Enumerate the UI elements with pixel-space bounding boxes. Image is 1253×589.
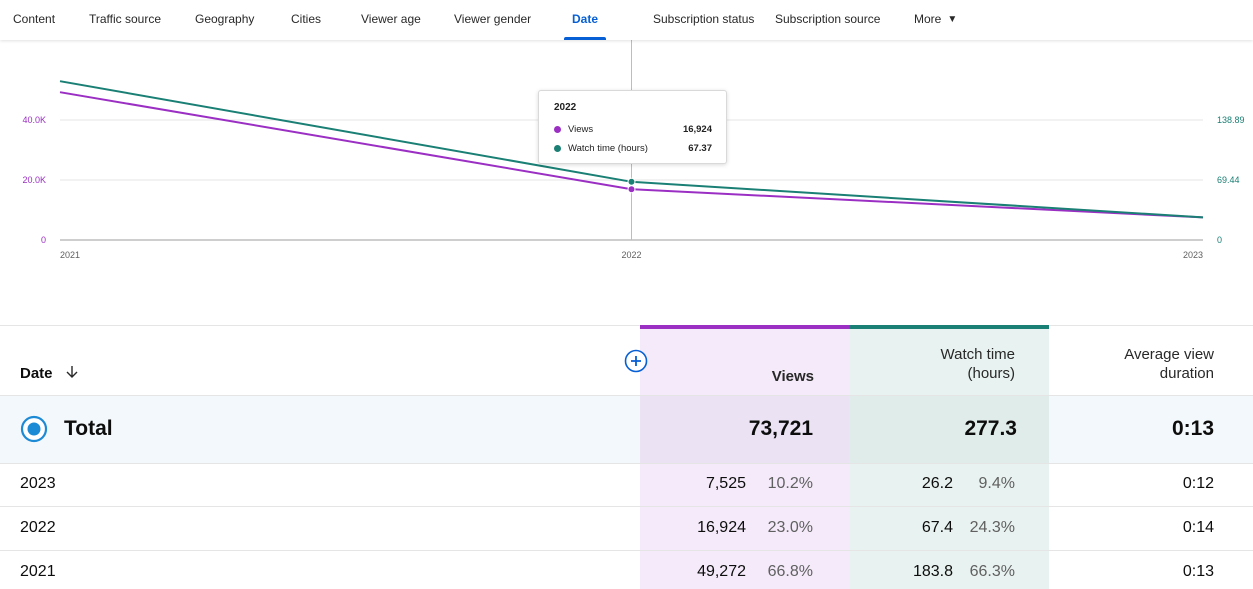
add-metric-icon[interactable] — [624, 349, 648, 373]
views-column-header[interactable]: Views — [772, 367, 814, 386]
tab-subscription-source[interactable]: Subscription source — [775, 0, 880, 40]
total-views-bg — [640, 396, 849, 463]
table-row[interactable]: 2021 49,272 66.8% 183.8 66.3% 0:13 — [0, 551, 1253, 589]
tab-date[interactable]: Date — [564, 0, 607, 40]
total-views: 73,721 — [748, 417, 813, 440]
tab-geography[interactable]: Geography — [195, 0, 254, 40]
watch-time-column-header[interactable]: Watch time (hours) — [941, 345, 1015, 383]
tooltip-title: 2022 — [554, 102, 577, 113]
tab-more[interactable]: More ▼ — [914, 0, 957, 40]
total-avg-bg — [1049, 396, 1253, 463]
tab-cities[interactable]: Cities — [291, 0, 321, 40]
watch-time-header-line2: (hours) — [967, 365, 1015, 382]
row-avg-duration: 0:13 — [1182, 563, 1214, 580]
right-axis-tick-label: 0 — [1217, 235, 1222, 245]
total-row: Total 73,721 277.3 0:13 — [0, 395, 1253, 464]
tab-traffic-source[interactable]: Traffic source — [89, 0, 161, 40]
tab-viewer-gender[interactable]: Viewer gender — [454, 0, 531, 40]
avg-view-duration-column-header[interactable]: Average view duration — [1124, 345, 1214, 383]
chart-tooltip: 2022 Views 16,924 Watch time (hours) 67.… — [538, 90, 727, 164]
total-watch-bg — [849, 396, 1049, 463]
watch-time-hover-point — [627, 177, 636, 186]
left-axis-tick-label: 0 — [41, 235, 46, 245]
avg-header-line1: Average view — [1124, 346, 1214, 363]
tooltip-row-views: Views 16,924 — [554, 123, 712, 137]
watch-time-header-line1: Watch time — [940, 346, 1015, 363]
tooltip-watch-time-value: 67.37 — [688, 143, 712, 154]
date-header-label: Date — [20, 365, 53, 382]
row-watch-pct: 9.4% — [978, 475, 1015, 492]
sort-arrow-down-icon — [66, 366, 78, 378]
row-avg-duration: 0:12 — [1182, 475, 1214, 492]
header-top-border-right — [1049, 325, 1253, 326]
tooltip-views-value: 16,924 — [682, 124, 712, 135]
row-date: 2022 — [20, 519, 56, 536]
views-column-indicator — [640, 325, 849, 329]
row-watch-time: 67.4 — [921, 519, 953, 536]
table-row[interactable]: 2023 7,525 10.2% 26.2 9.4% 0:12 — [0, 463, 1253, 507]
tooltip-watch-time-label: Watch time (hours) — [568, 143, 648, 154]
tab-viewer-age[interactable]: Viewer age — [361, 0, 421, 40]
date-column-header[interactable]: Date — [20, 365, 79, 382]
radio-selected-icon[interactable] — [20, 415, 48, 443]
row-views: 7,525 — [705, 475, 746, 492]
row-views-pct: 23.0% — [767, 519, 813, 536]
tooltip-views-label: Views — [568, 124, 594, 135]
row-watch-pct: 66.3% — [969, 563, 1015, 580]
tab-more-label: More — [914, 12, 942, 26]
row-watch-pct: 24.3% — [969, 519, 1015, 536]
header-top-border — [0, 325, 640, 326]
right-axis-tick-label: 138.89 — [1217, 115, 1245, 125]
x-axis-tick-label: 2022 — [621, 250, 641, 260]
caret-down-icon: ▼ — [947, 14, 958, 25]
row-views: 49,272 — [697, 563, 746, 580]
row-views: 16,924 — [697, 519, 746, 536]
avg-header-line2: duration — [1159, 365, 1214, 382]
row-watch-time: 26.2 — [921, 475, 953, 492]
views-legend-dot-icon — [554, 125, 561, 133]
row-date: 2021 — [20, 563, 56, 580]
x-axis-tick-label: 2021 — [60, 250, 80, 260]
x-axis-tick-label: 2023 — [1183, 250, 1203, 260]
row-avg-duration: 0:14 — [1182, 519, 1214, 536]
total-label: Total — [64, 417, 113, 440]
total-avg-duration: 0:13 — [1171, 417, 1214, 440]
row-views-pct: 66.8% — [767, 563, 813, 580]
right-axis-tick-label: 69.44 — [1217, 175, 1240, 185]
watch-time-column-indicator — [849, 325, 1049, 329]
row-views-pct: 10.2% — [767, 475, 813, 492]
tab-content[interactable]: Content — [13, 0, 55, 40]
row-watch-time: 183.8 — [912, 563, 953, 580]
tooltip-row-watch-time: Watch time (hours) 67.37 — [554, 142, 712, 156]
watch-time-legend-dot-icon — [554, 144, 561, 152]
left-axis-tick-label: 40.0K — [22, 115, 46, 125]
report-tabs: Content Traffic source Geography Cities … — [0, 0, 1253, 40]
row-date: 2023 — [20, 475, 56, 492]
table-row[interactable]: 2022 16,924 23.0% 67.4 24.3% 0:14 — [0, 507, 1253, 551]
views-hover-point — [627, 185, 636, 194]
left-axis-tick-label: 20.0K — [22, 175, 46, 185]
total-watch-time: 277.3 — [964, 417, 1017, 440]
data-table: Date Views Watch time (hours) Average vi… — [0, 325, 1253, 589]
tab-date-label: Date — [572, 12, 599, 26]
tab-subscription-status[interactable]: Subscription status — [653, 0, 754, 40]
active-tab-indicator — [564, 37, 607, 40]
